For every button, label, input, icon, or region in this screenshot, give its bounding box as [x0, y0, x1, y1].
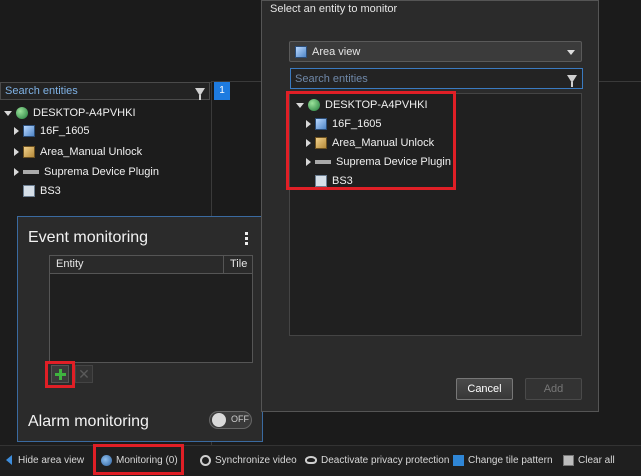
toggle-label: OFF — [231, 414, 249, 424]
view-select[interactable]: Area view — [289, 41, 582, 62]
column-entity[interactable]: Entity — [56, 258, 84, 270]
synchronize-video-button[interactable]: Synchronize video — [200, 455, 297, 466]
area-view-icon — [295, 46, 307, 58]
dialog-title: Select an entity to monitor — [270, 3, 398, 15]
server-globe-icon — [16, 107, 28, 120]
tree-item-bs3[interactable]: BS3 — [23, 182, 61, 200]
remove-entity-button[interactable]: ✕ — [75, 365, 93, 383]
filter-icon[interactable] — [567, 75, 577, 87]
view-select-value: Area view — [312, 46, 361, 58]
alarm-monitoring-toggle[interactable]: OFF — [209, 411, 252, 429]
expand-arrow-icon[interactable] — [14, 127, 19, 136]
hide-area-view-button[interactable]: Hide area view — [6, 455, 84, 466]
collapse-arrow-icon[interactable] — [4, 110, 12, 116]
chevron-down-icon — [567, 50, 575, 55]
video-tile[interactable] — [598, 0, 641, 83]
event-monitoring-title: Event monitoring — [28, 229, 149, 246]
highlight-monitoring-button — [93, 444, 184, 475]
eye-icon — [305, 456, 317, 465]
dialog-search-input[interactable]: Search entities — [290, 68, 583, 89]
clear-all-button[interactable]: Clear all — [563, 455, 615, 466]
area-search-placeholder: Search entities — [5, 85, 78, 97]
deactivate-privacy-button[interactable]: Deactivate privacy protection — [305, 455, 449, 466]
tree-item-area-manual-unlock[interactable]: Area_Manual Unlock — [14, 143, 142, 161]
area-search-input[interactable]: Search entities — [0, 82, 210, 100]
area-icon — [23, 125, 35, 138]
monitored-entities-table: Entity Tile — [49, 255, 253, 363]
highlight-add-button — [45, 361, 75, 388]
expand-arrow-icon[interactable] — [14, 168, 19, 177]
column-divider[interactable] — [223, 256, 224, 273]
video-tile[interactable] — [0, 0, 263, 83]
sync-icon — [200, 455, 211, 466]
column-tile[interactable]: Tile — [230, 258, 247, 270]
dialog-search-placeholder: Search entities — [295, 73, 368, 85]
event-monitoring-panel: Event monitoring Entity Tile ✕ Alarm mon… — [17, 216, 263, 442]
area-lock-icon — [23, 146, 35, 159]
tree-item-suprema-plugin[interactable]: Suprema Device Plugin — [14, 163, 159, 181]
expand-arrow-icon[interactable] — [14, 148, 19, 157]
toggle-knob — [212, 413, 226, 427]
alarm-monitoring-title: Alarm monitoring — [28, 413, 149, 430]
device-icon — [23, 185, 35, 198]
add-button[interactable]: Add — [525, 378, 582, 400]
more-options-icon[interactable] — [245, 232, 248, 245]
filter-icon[interactable] — [195, 88, 205, 100]
tile-number-badge: 1 — [214, 82, 230, 100]
cancel-button[interactable]: Cancel — [456, 378, 513, 400]
plugin-icon — [23, 170, 39, 175]
clear-all-icon — [563, 455, 574, 466]
select-entity-dialog: Select an entity to monitor Area view Se… — [261, 0, 599, 412]
table-header: Entity Tile — [50, 256, 252, 274]
change-tile-pattern-button[interactable]: Change tile pattern — [453, 455, 553, 466]
tree-item-16f[interactable]: 16F_1605 — [14, 122, 90, 140]
highlight-dialog-tree — [286, 91, 456, 190]
tile-pattern-icon — [453, 455, 464, 466]
tree-item-desktop[interactable]: DESKTOP-A4PVHKI — [4, 104, 136, 122]
arrow-left-icon — [6, 455, 12, 466]
